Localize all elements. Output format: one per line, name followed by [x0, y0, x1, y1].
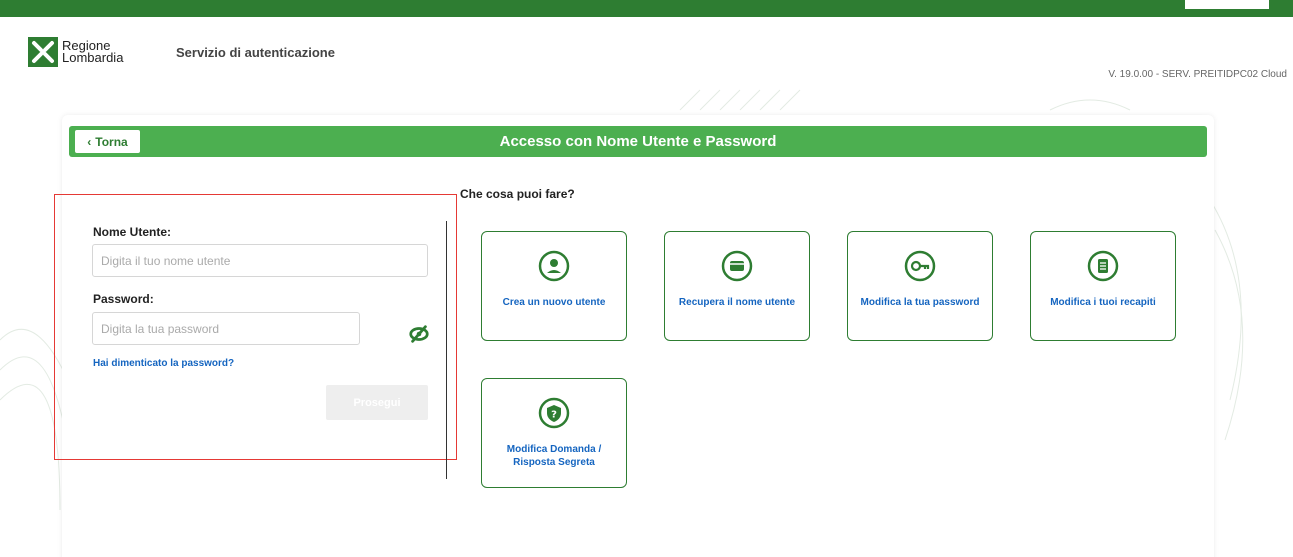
tile-label: Modifica i tuoi recapiti: [1050, 297, 1156, 308]
eye-slash-icon[interactable]: [408, 323, 430, 345]
change-contacts-tile[interactable]: Modifica i tuoi recapiti: [1030, 231, 1176, 341]
password-input[interactable]: [92, 312, 360, 345]
shield-question-icon: ?: [538, 397, 570, 429]
tile-label: Modifica la tua password: [860, 297, 980, 308]
submit-button[interactable]: Prosegui: [326, 385, 428, 420]
card-title: Accesso con Nome Utente e Password: [499, 133, 777, 150]
svg-text:?: ?: [551, 410, 557, 421]
username-input[interactable]: [92, 244, 428, 277]
secret-question-tile[interactable]: ? Modifica Domanda / Risposta Segreta: [481, 378, 627, 488]
document-icon: [1087, 250, 1119, 282]
lombardia-rose-icon: [28, 37, 58, 67]
tile-label: Recupera il nome utente: [678, 297, 796, 308]
version-label: V. 19.0.00 - SERV. PREITIDPC02 Cloud: [1108, 69, 1287, 80]
forgot-password-link[interactable]: Hai dimenticato la password?: [93, 358, 234, 369]
logo-text-line2: Lombardia: [62, 50, 124, 65]
tile-label: Crea un nuovo utente: [502, 297, 606, 308]
logo-text: Regione Lombardia: [62, 39, 124, 65]
vertical-divider: [446, 221, 447, 479]
recover-username-tile[interactable]: Recupera il nome utente: [664, 231, 810, 341]
card-icon: [721, 250, 753, 282]
tile-label: Modifica Domanda / Risposta Segreta: [506, 444, 602, 468]
top-bar-notch: [1185, 0, 1269, 9]
service-title: Servizio di autenticazione: [176, 45, 335, 60]
key-icon: [904, 250, 936, 282]
actions-title: Che cosa puoi fare?: [460, 187, 575, 201]
card-header: Accesso con Nome Utente e Password ‹ Tor…: [69, 126, 1207, 157]
back-button[interactable]: ‹ Torna: [75, 130, 140, 153]
change-password-tile[interactable]: Modifica la tua password: [847, 231, 993, 341]
top-bar: [0, 0, 1293, 17]
back-button-label: Torna: [95, 134, 128, 149]
regione-lombardia-logo[interactable]: Regione Lombardia: [28, 37, 123, 67]
chevron-left-icon: ‹: [87, 134, 92, 149]
user-icon: [538, 250, 570, 282]
username-label: Nome Utente:: [93, 225, 172, 239]
password-label: Password:: [93, 292, 154, 306]
page-header: Regione Lombardia Servizio di autenticaz…: [0, 17, 1293, 91]
create-user-tile[interactable]: Crea un nuovo utente: [481, 231, 627, 341]
